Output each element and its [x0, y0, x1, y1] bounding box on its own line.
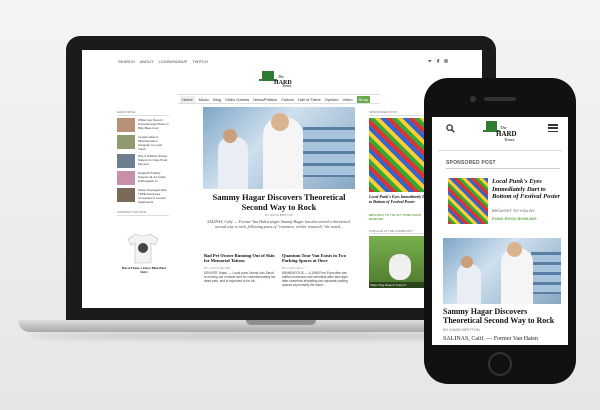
sponsor-link[interactable]: PUNK ROCK BOWLING	[492, 216, 537, 221]
nav-shop[interactable]: Shop	[356, 95, 371, 103]
hero-image-desktop[interactable]	[203, 107, 355, 189]
phone-camera	[470, 96, 476, 102]
sub-article-title-1[interactable]: Bad Pet Owner Running Out of Skin for Me…	[204, 253, 276, 263]
sub-article-meta-1: BY LUCAS MEYER	[204, 266, 231, 270]
sidebar-item[interactable]: Sober Teenaged After TSPE Nominees Conve…	[117, 188, 169, 204]
sidebar-thumbnail	[117, 188, 135, 202]
nav-video-games[interactable]: Video Games	[225, 97, 249, 102]
phone-speaker	[484, 97, 516, 101]
sidebar-thumbnail	[117, 118, 135, 132]
logo-times: Times	[282, 83, 292, 88]
desktop-right-rail: SPONSORED POST Local Punk's Eyes Immedia…	[369, 110, 431, 300]
sub-article-body-2: MINNEAPOLIS — A 1986 Ford Econoline van …	[282, 271, 348, 287]
sidebar-item[interactable]: NCLU Publicly Shows Support for Fast Pun…	[117, 154, 169, 168]
sidebar-item[interactable]: Cereal Label to Misinformation Gangster …	[117, 135, 169, 151]
nav-culture[interactable]: Culture	[281, 97, 294, 102]
sponsored-header-mobile: SPONSORED POST	[446, 160, 496, 166]
sub-article-body-1: DENVER, Mass. — Local punk Liberty Van Z…	[204, 271, 276, 283]
laptop-notch	[246, 320, 316, 325]
mobile-article-byline: BY DAVID BRITTON	[443, 327, 480, 332]
twitter-icon[interactable]	[428, 59, 432, 63]
sidebar-item-title: Cereal Label to Misinformation Gangster …	[138, 135, 162, 151]
instagram-icon[interactable]	[444, 59, 448, 63]
sidebar-item[interactable]: Deathoft Publicly Support 11-12 Inside E…	[117, 171, 169, 185]
festival-poster-desktop[interactable]	[369, 118, 431, 192]
hero-byline: BY DAVID BRITTON	[265, 213, 293, 217]
sponsored-divider	[446, 168, 560, 169]
hero-excerpt: SALINAS, Calif. — Former Van Halen singe…	[207, 219, 351, 229]
hero-headline[interactable]: Sammy Hagar Discovers Theoretical Second…	[203, 192, 355, 212]
sidebar-thumbnail	[117, 154, 135, 168]
facebook-icon[interactable]	[436, 59, 440, 63]
mobile-logo-times: Times	[504, 137, 515, 142]
nav-music[interactable]: Music	[199, 97, 209, 102]
sub-article-meta-2: BY LUKE KELLY	[282, 266, 305, 270]
site-logo-mobile[interactable]: The HARD Times	[478, 120, 524, 142]
sidebar-header: HARD DRIVE	[117, 110, 169, 116]
topbar-login-link[interactable]: LOGIN/SIGNUP	[158, 59, 187, 64]
mobile-header-divider	[438, 150, 562, 151]
support-header: SUPPORT THE SITE!	[117, 210, 169, 216]
desktop-topbar: SEARCH ABOUT LOGIN/SIGNUP TWITCH	[118, 57, 448, 65]
nav-home[interactable]: Home	[180, 95, 195, 103]
site-logo-desktop[interactable]: The HARD Times	[252, 70, 304, 88]
nav-news-politics[interactable]: News/Politics	[253, 97, 277, 102]
social-links	[428, 59, 448, 63]
phone-home-button[interactable]	[488, 352, 512, 376]
brought-to-you-label: BROUGHT TO YOU BY:	[492, 208, 536, 213]
sidebar-thumbnail	[117, 171, 135, 185]
topbar-search-link[interactable]: SEARCH	[118, 59, 135, 64]
shirt-image[interactable]	[126, 232, 160, 264]
sidebar-item-title: White Guy Doesn't Know Enough Music to P…	[138, 118, 169, 130]
sidebar-item-title: NCLU Publicly Shows Support for Fast Pun…	[138, 154, 168, 166]
device-mockup-stage: SEARCH ABOUT LOGIN/SIGNUP TWITCH The HAR…	[0, 0, 600, 410]
nav-hall-of-fame[interactable]: Hall of Fame	[298, 97, 321, 102]
sponsored-title-mobile[interactable]: Local Punk's Eyes Immediately Dart to Bo…	[492, 178, 562, 201]
sponsored-title-desktop[interactable]: Local Punk's Eyes Immediately Dart to Bo…	[369, 194, 431, 204]
sub-article-title-2[interactable]: Quantum Tour Van Exists in Two Parking S…	[282, 253, 354, 263]
search-icon[interactable]	[446, 124, 455, 133]
nav-opinion[interactable]: Opinion	[325, 97, 339, 102]
community-header: POPULAR IN THE COMMUNITY	[369, 229, 431, 234]
nav-video[interactable]: Video	[343, 97, 353, 102]
community-caption[interactable]: 'Repo Dog Doesn't Know It	[369, 282, 431, 288]
sponsored-by-desktop[interactable]: BROUGHT TO YOU BY: PUNK ROCK BOWLING	[369, 213, 431, 221]
nav-blog[interactable]: Blog	[213, 97, 221, 102]
logo-the: The	[278, 74, 284, 79]
hero-image-mobile[interactable]	[443, 238, 561, 304]
mobile-article-body: SALINAS, Calif. — Former Van Halen	[443, 336, 539, 342]
mobile-article-headline[interactable]: Sammy Hagar Discovers Theoretical Second…	[443, 307, 565, 325]
sidebar-item-title: Sober Teenaged After TSPE Nominees Conve…	[138, 188, 167, 204]
sidebar-thumbnail	[117, 135, 135, 149]
hamburger-menu-icon[interactable]	[548, 124, 558, 132]
shirt-title[interactable]: Hard Times x Dave Blue Beer Shirt	[120, 266, 168, 274]
sidebar-item[interactable]: White Guy Doesn't Know Enough Music to P…	[117, 118, 169, 132]
festival-poster-mobile[interactable]	[448, 178, 488, 224]
sponsored-header-desktop: SPONSORED POST	[369, 110, 431, 116]
sidebar-item-title: Deathoft Publicly Support 11-12 Inside E…	[138, 171, 166, 183]
topbar-twitch-link[interactable]: TWITCH	[192, 59, 208, 64]
community-image[interactable]	[369, 236, 431, 288]
desktop-nav: Home Music Blog Video Games News/Politic…	[178, 94, 380, 104]
topbar-about-link[interactable]: ABOUT	[140, 59, 154, 64]
